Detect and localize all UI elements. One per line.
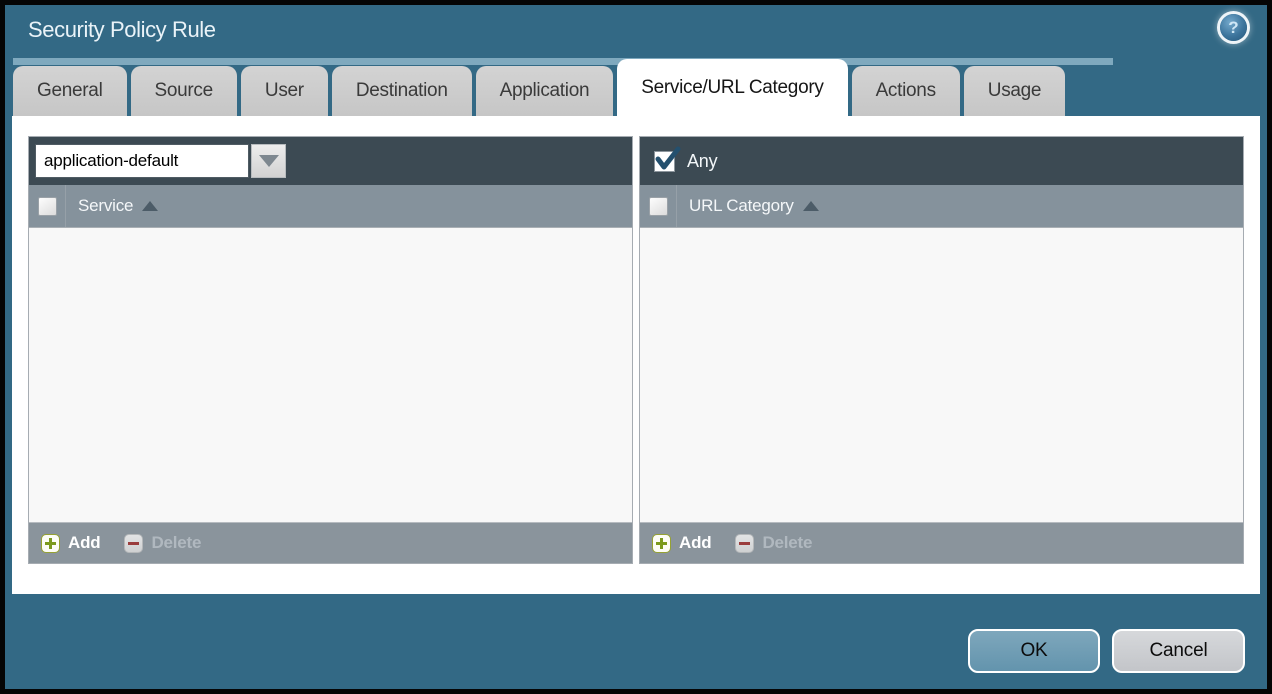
cancel-button[interactable]: Cancel xyxy=(1112,629,1245,673)
tab-usage[interactable]: Usage xyxy=(964,66,1065,116)
url-category-column-label: URL Category xyxy=(689,196,794,216)
delete-label: Delete xyxy=(151,533,201,553)
service-type-dropdown-trigger[interactable] xyxy=(251,144,286,178)
dialog-title: Security Policy Rule xyxy=(28,17,216,43)
checkmark-icon xyxy=(654,146,682,174)
tab-strip: General Source User Destination Applicat… xyxy=(5,58,1267,116)
url-category-panel-footer: Add Delete xyxy=(640,522,1243,563)
any-checkbox[interactable] xyxy=(654,151,675,172)
service-panel-footer: Add Delete xyxy=(29,522,632,563)
delete-label: Delete xyxy=(762,533,812,553)
url-category-list-body xyxy=(640,228,1243,522)
service-select-all-checkbox[interactable] xyxy=(38,197,57,216)
service-list-body xyxy=(29,228,632,522)
minus-icon xyxy=(735,534,754,553)
tab-actions[interactable]: Actions xyxy=(852,66,960,116)
tabs: General Source User Destination Applicat… xyxy=(13,58,1065,116)
tab-user[interactable]: User xyxy=(241,66,328,116)
url-category-add-button[interactable]: Add xyxy=(652,533,711,553)
add-label: Add xyxy=(68,533,100,553)
service-type-input[interactable] xyxy=(35,144,249,178)
tab-destination[interactable]: Destination xyxy=(332,66,472,116)
tab-general[interactable]: General xyxy=(13,66,127,116)
security-policy-rule-dialog: Security Policy Rule ? General Source Us… xyxy=(0,0,1272,694)
url-category-column-header: URL Category xyxy=(640,185,1243,228)
plus-icon xyxy=(652,534,671,553)
any-row: Any xyxy=(646,151,717,172)
url-category-panel: Any URL Category Add xyxy=(639,136,1244,564)
help-icon[interactable]: ? xyxy=(1220,14,1247,41)
url-category-select-all-cell xyxy=(640,185,677,227)
url-category-sort-header[interactable]: URL Category xyxy=(689,196,819,216)
tab-content: Service Add Delete xyxy=(12,116,1260,594)
sort-ascending-icon xyxy=(803,201,819,211)
url-category-panel-toolbar: Any xyxy=(640,137,1243,185)
service-column-label: Service xyxy=(78,196,133,216)
plus-icon xyxy=(41,534,60,553)
service-sort-header[interactable]: Service xyxy=(78,196,158,216)
tab-source[interactable]: Source xyxy=(131,66,237,116)
sort-ascending-icon xyxy=(142,201,158,211)
any-label: Any xyxy=(687,151,717,172)
service-select-all-cell xyxy=(29,185,66,227)
ok-button[interactable]: OK xyxy=(968,629,1100,673)
title-bar: Security Policy Rule ? xyxy=(5,5,1267,58)
chevron-down-icon xyxy=(259,155,279,167)
service-panel: Service Add Delete xyxy=(28,136,633,564)
tab-service-url-category[interactable]: Service/URL Category xyxy=(617,59,847,116)
service-column-header: Service xyxy=(29,185,632,228)
minus-icon xyxy=(124,534,143,553)
tab-application[interactable]: Application xyxy=(476,66,614,116)
service-delete-button[interactable]: Delete xyxy=(124,533,201,553)
url-category-delete-button[interactable]: Delete xyxy=(735,533,812,553)
add-label: Add xyxy=(679,533,711,553)
url-category-select-all-checkbox[interactable] xyxy=(649,197,668,216)
dialog-buttons: OK Cancel xyxy=(968,629,1245,673)
service-type-combo xyxy=(35,144,286,178)
service-add-button[interactable]: Add xyxy=(41,533,100,553)
service-panel-toolbar xyxy=(29,137,632,185)
